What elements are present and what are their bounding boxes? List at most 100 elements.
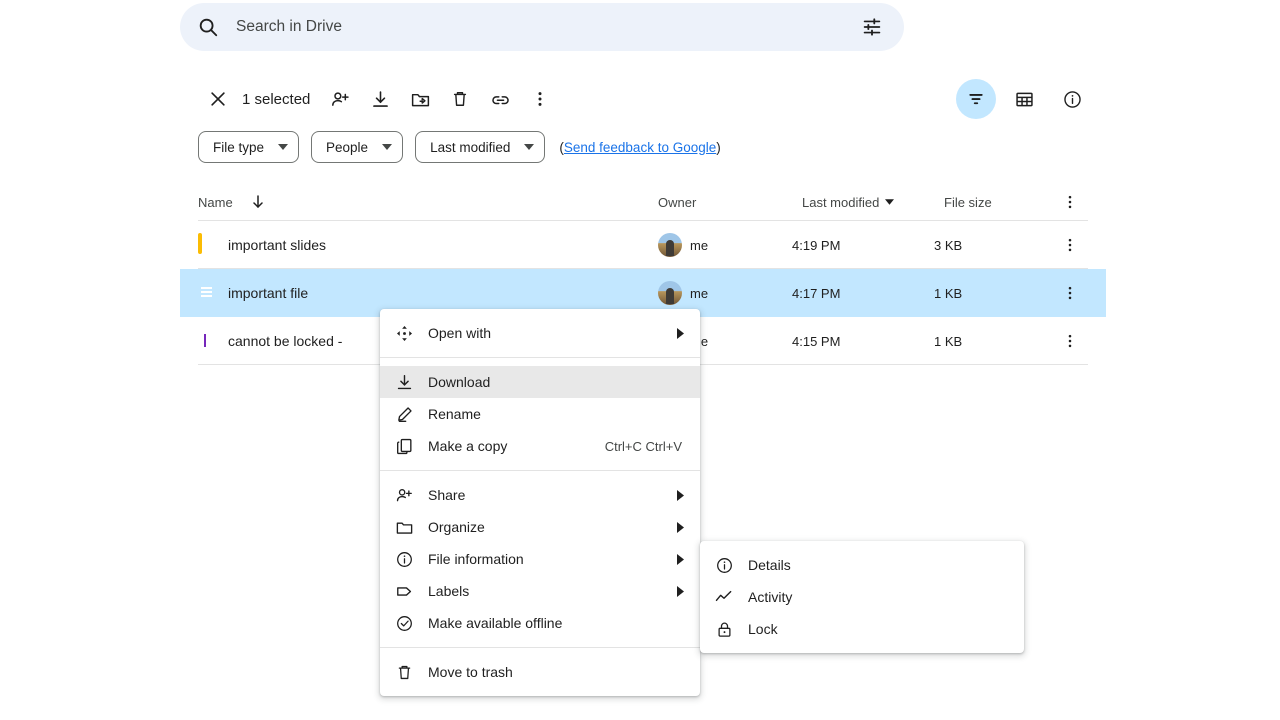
submenu-item-label: Lock: [748, 621, 1012, 637]
row-more-actions-button[interactable]: [1050, 317, 1090, 365]
chip-last-modified[interactable]: Last modified: [415, 131, 545, 163]
menu-item-make-a-copy[interactable]: Make a copy Ctrl+C Ctrl+V: [380, 430, 700, 462]
download-button[interactable]: [360, 79, 400, 119]
file-owner-label: me: [690, 238, 708, 253]
search-bar[interactable]: [180, 3, 904, 51]
table-row[interactable]: important slides me 4:19 PM 3 KB: [180, 221, 1106, 269]
file-modified-label: 4:17 PM: [792, 269, 840, 317]
menu-item-labels[interactable]: Labels: [380, 575, 700, 607]
tune-icon[interactable]: [860, 15, 884, 39]
context-menu: Open with Download Rename: [380, 309, 700, 696]
download-icon: [380, 373, 428, 392]
submenu-item-label: Details: [748, 557, 1012, 573]
search-input[interactable]: [236, 18, 860, 36]
chevron-right-icon: [677, 522, 684, 533]
file-size-label: 1 KB: [934, 317, 962, 365]
menu-item-file-information[interactable]: File information: [380, 543, 700, 575]
file-owner-label: me: [690, 286, 708, 301]
move-to-folder-button[interactable]: [400, 79, 440, 119]
info-icon: [380, 550, 428, 569]
details-info-button[interactable]: [1052, 79, 1092, 119]
menu-item-label: Make a copy: [428, 438, 605, 454]
file-name-label: cannot be locked -: [228, 333, 342, 349]
chevron-down-icon: [382, 144, 392, 150]
get-link-button[interactable]: [480, 79, 520, 119]
menu-divider: [380, 647, 700, 648]
column-header-last-modified[interactable]: Last modified: [802, 183, 894, 221]
menu-item-label: Download: [428, 374, 688, 390]
chevron-right-icon: [677, 328, 684, 339]
menu-item-make-available-offline[interactable]: Make available offline: [380, 607, 700, 639]
chip-people-label: People: [326, 140, 368, 155]
trash-button[interactable]: [440, 79, 480, 119]
grid-view-button[interactable]: [1004, 79, 1044, 119]
file-modified-label: 4:19 PM: [792, 221, 840, 269]
search-icon: [196, 15, 220, 39]
chip-people[interactable]: People: [311, 131, 403, 163]
table-header: Name Owner Last modified File size: [198, 183, 1088, 221]
more-actions-button[interactable]: [520, 79, 560, 119]
activity-line-icon: [700, 587, 748, 607]
column-header-owner[interactable]: Owner: [658, 183, 696, 221]
menu-item-organize[interactable]: Organize: [380, 511, 700, 543]
row-more-actions-button[interactable]: [1050, 221, 1090, 269]
filter-toggle-button[interactable]: [956, 79, 996, 119]
menu-item-label: File information: [428, 551, 677, 567]
feedback-paren-close: ): [716, 140, 721, 155]
column-options-button[interactable]: [1050, 183, 1090, 221]
submenu-item-activity[interactable]: Activity: [700, 581, 1024, 613]
docs-file-icon: [198, 283, 218, 303]
avatar: [658, 281, 682, 305]
file-owner-cell: me: [658, 221, 708, 269]
offline-check-icon: [380, 614, 428, 633]
close-selection-button[interactable]: [198, 79, 238, 119]
column-header-name-label: Name: [198, 195, 233, 210]
menu-item-move-to-trash[interactable]: Move to trash: [380, 656, 700, 688]
drive-app-window: 1 selected: [0, 0, 1280, 720]
column-header-file-size[interactable]: File size: [944, 183, 992, 221]
chevron-down-icon: [278, 144, 288, 150]
column-header-name[interactable]: Name: [198, 183, 265, 221]
rename-pencil-icon: [380, 405, 428, 424]
file-name-cell: important file: [198, 269, 308, 317]
file-size-label: 3 KB: [934, 221, 962, 269]
send-feedback-link[interactable]: Send feedback to Google: [564, 140, 716, 155]
feedback-text: (Send feedback to Google): [559, 140, 720, 155]
submenu-item-details[interactable]: Details: [700, 549, 1024, 581]
trash-icon: [380, 663, 428, 682]
slides-file-icon: [198, 235, 218, 255]
chip-last-modified-label: Last modified: [430, 140, 510, 155]
menu-item-rename[interactable]: Rename: [380, 398, 700, 430]
file-modified-label: 4:15 PM: [792, 317, 840, 365]
menu-item-label: Labels: [428, 583, 677, 599]
submenu-item-lock[interactable]: Lock: [700, 613, 1024, 645]
folder-icon: [380, 518, 428, 537]
file-information-submenu: Details Activity Lock: [700, 541, 1024, 653]
menu-item-label: Move to trash: [428, 664, 688, 680]
lock-icon: [700, 620, 748, 639]
menu-item-shortcut: Ctrl+C Ctrl+V: [605, 439, 682, 454]
column-header-file-size-label: File size: [944, 195, 992, 210]
menu-item-download[interactable]: Download: [380, 366, 700, 398]
chip-file-type-label: File type: [213, 140, 264, 155]
column-header-owner-label: Owner: [658, 195, 696, 210]
share-button[interactable]: [320, 79, 360, 119]
menu-item-share[interactable]: Share: [380, 479, 700, 511]
file-name-label: important slides: [228, 237, 326, 253]
chevron-right-icon: [677, 586, 684, 597]
label-tag-icon: [380, 582, 428, 601]
arrow-down-icon: [251, 194, 265, 210]
open-with-icon: [380, 324, 428, 343]
avatar: [658, 233, 682, 257]
menu-item-label: Organize: [428, 519, 677, 535]
chip-file-type[interactable]: File type: [198, 131, 299, 163]
chevron-down-icon: [524, 144, 534, 150]
copy-icon: [380, 437, 428, 456]
menu-item-open-with[interactable]: Open with: [380, 317, 700, 349]
row-more-actions-button[interactable]: [1050, 269, 1090, 317]
view-actions: [956, 75, 1092, 123]
person-add-icon: [380, 486, 428, 505]
menu-item-label: Rename: [428, 406, 688, 422]
file-name-cell: cannot be locked -: [198, 317, 342, 365]
menu-divider: [380, 357, 700, 358]
